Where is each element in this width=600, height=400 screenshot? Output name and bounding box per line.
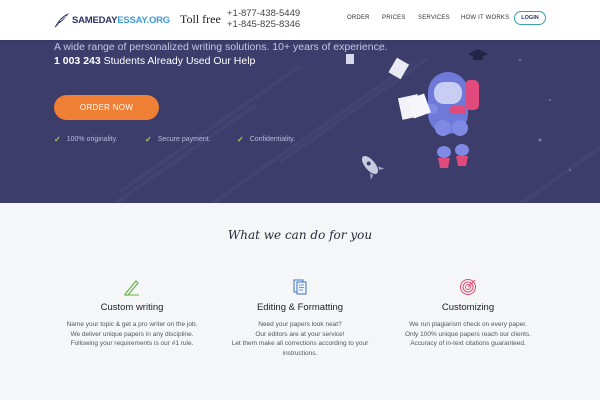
feature-label: 100% originality. xyxy=(66,136,118,143)
rocket-icon xyxy=(361,155,385,180)
login-button[interactable]: LOGIN xyxy=(514,11,546,25)
documents-icon xyxy=(293,279,307,295)
service-customizing: Customizing We run plagiarism check on e… xyxy=(378,278,558,349)
service-title: Custom writing xyxy=(100,302,164,313)
logo-text: SAMEDAYESSAY.ORG xyxy=(72,15,170,26)
target-icon xyxy=(460,279,476,295)
feature-confidentiality: ✓ Confidentiality. xyxy=(237,135,295,144)
description-line: We run plagiarism check on every paper. xyxy=(409,321,527,328)
nav-prices[interactable]: PRICES xyxy=(382,15,406,21)
feature-label: Secure payment. xyxy=(157,136,211,143)
service-title: Editing & Formatting xyxy=(256,302,344,313)
astronaut-illustration xyxy=(346,49,571,180)
logo-text-accent: ESSAY.ORG xyxy=(117,14,170,26)
hero-banner: A wide range of personalized writing sol… xyxy=(0,40,600,203)
description-line: Let them make all corrections according … xyxy=(231,340,369,347)
pencil-ruler-icon xyxy=(124,280,139,296)
service-editing-formatting: Editing & Formatting Need your papers lo… xyxy=(210,278,390,358)
description-line: Name your topic & get a pro writer on th… xyxy=(66,321,198,328)
description-line: We deliver unique papers in any discipli… xyxy=(70,330,194,338)
service-description: Name your topic & get a pro writer on th… xyxy=(42,320,222,349)
phone-numbers: +1-877-438-5449 +1-845-825-8346 xyxy=(227,8,300,30)
toll-free-label: Toll free xyxy=(180,12,221,26)
service-title: Customizing xyxy=(441,302,495,313)
description-line: Need your papers look neat? xyxy=(258,321,342,328)
feature-originality: ✓ 100% originality. xyxy=(54,135,118,144)
nav-how-it-works[interactable]: HOW IT WORKS xyxy=(461,15,509,21)
logo-text-primary: SAMEDAY xyxy=(72,14,118,26)
checkmark-icon: ✓ xyxy=(54,135,61,144)
description-line: Only 100% unique papers reach our client… xyxy=(404,330,532,338)
student-count-text: Students Already Used Our Help xyxy=(103,55,256,67)
graduation-cap-icon xyxy=(468,49,488,60)
hero-student-count: 1 003 243 Students Already Used Our Help xyxy=(54,55,255,67)
service-description: Need your papers look neat? Our editors … xyxy=(210,320,390,358)
description-line: Our editors are at your service! xyxy=(255,330,345,338)
quill-logo-icon xyxy=(54,13,69,28)
services-heading: What we can do for you xyxy=(227,228,373,242)
feature-secure-payment: ✓ Secure payment. xyxy=(145,135,211,144)
astronaut-figure xyxy=(407,72,479,168)
nav-order[interactable]: ORDER xyxy=(347,15,370,21)
site-logo[interactable]: SAMEDAYESSAY.ORG xyxy=(54,12,170,28)
checkmark-icon: ✓ xyxy=(145,135,152,144)
service-description: We run plagiarism check on every paper. … xyxy=(378,320,558,349)
phone-number-2[interactable]: +1-845-825-8346 xyxy=(227,19,300,30)
description-line: Accuracy of in-text citations guaranteed… xyxy=(410,340,526,347)
phone-number-1[interactable]: +1-877-438-5449 xyxy=(227,8,300,19)
service-custom-writing: Custom writing Name your topic & get a p… xyxy=(42,278,222,349)
floating-paper-icon xyxy=(346,54,423,120)
student-count-number: 1 003 243 xyxy=(54,55,101,67)
description-line: instructions. xyxy=(282,349,318,357)
description-line: Following your requirements is our #1 ru… xyxy=(70,340,194,347)
checkmark-icon: ✓ xyxy=(237,135,244,144)
site-header: SAMEDAYESSAY.ORG Toll free +1-877-438-54… xyxy=(0,0,600,40)
hero-decor-stripe xyxy=(119,64,302,193)
hero-subtitle: A wide range of personalized writing sol… xyxy=(54,41,388,53)
order-now-button[interactable]: ORDER NOW xyxy=(54,95,159,120)
nav-services[interactable]: SERVICES xyxy=(418,15,450,21)
feature-label: Confidentiality. xyxy=(249,136,296,143)
page-bottom-edge xyxy=(0,392,600,400)
